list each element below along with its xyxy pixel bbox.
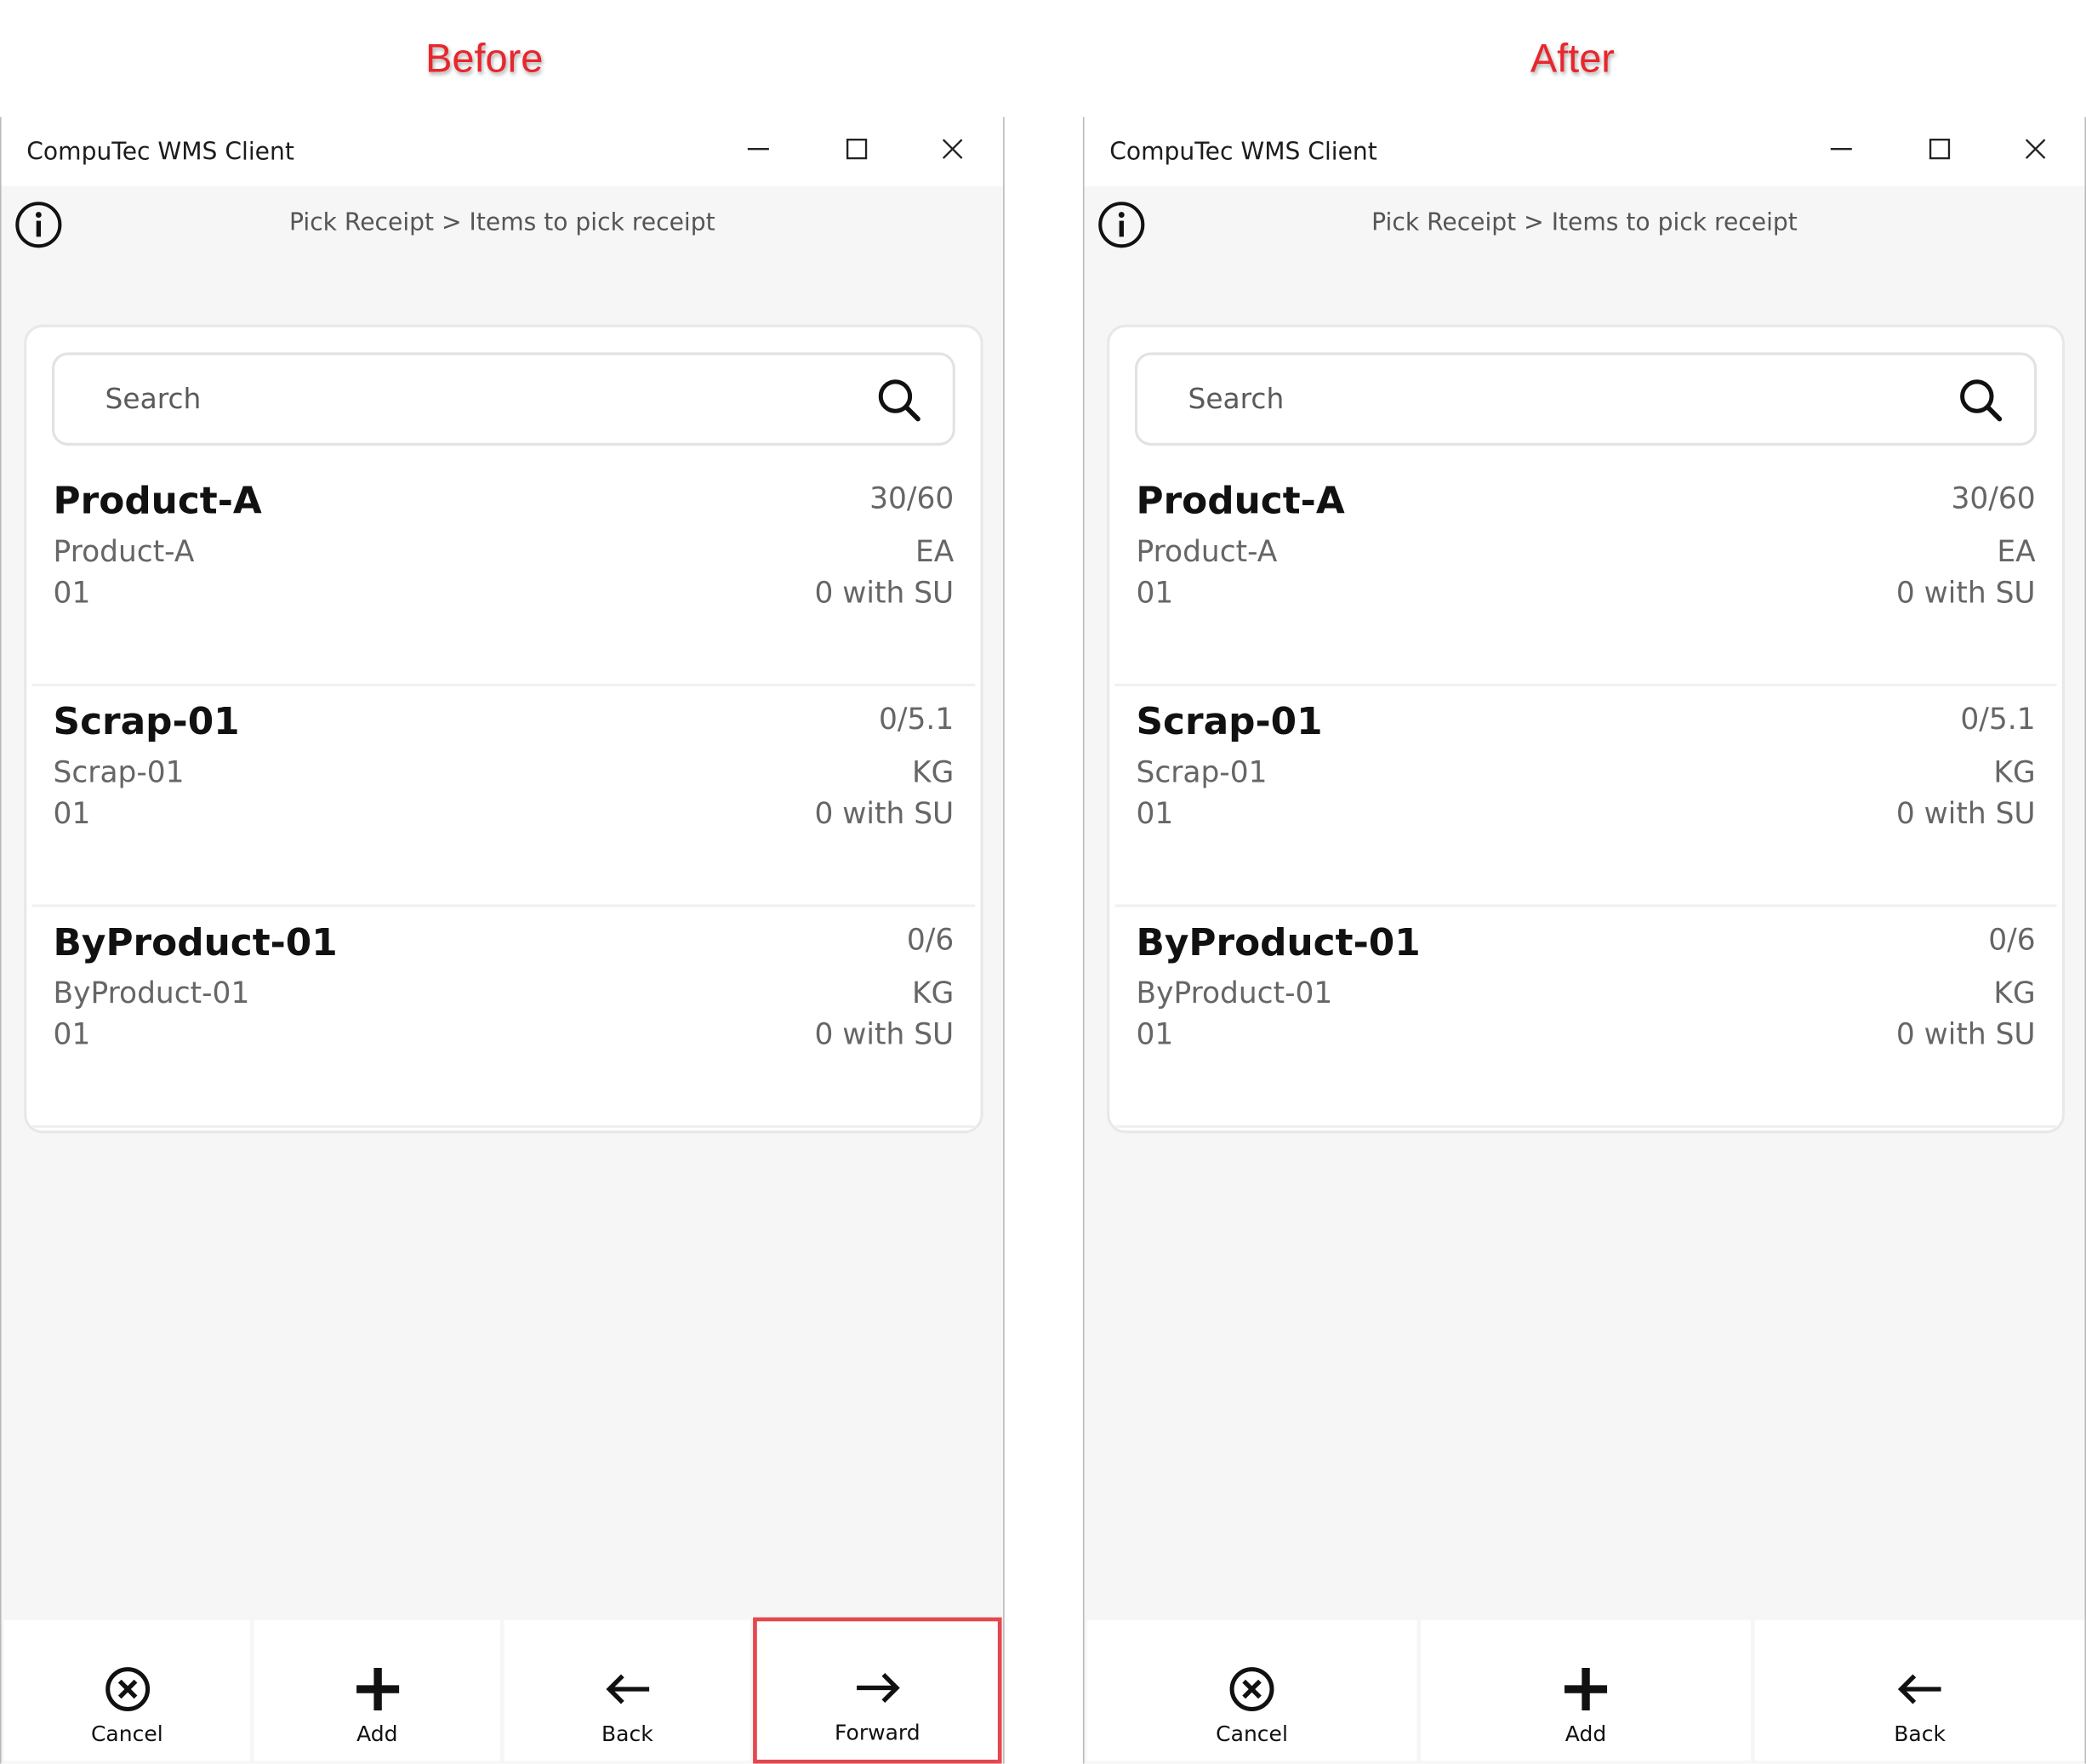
close-icon bbox=[2025, 139, 2046, 159]
back-label: Back bbox=[1894, 1721, 1946, 1747]
minimize-icon bbox=[1830, 147, 1852, 151]
item-su: 0 with SU bbox=[1895, 1018, 2036, 1052]
list-item[interactable]: Product-A Product-A 01 30/60 EA 0 with S… bbox=[31, 465, 976, 686]
item-su: 0 with SU bbox=[814, 798, 955, 832]
forward-arrow-icon bbox=[856, 1672, 899, 1703]
list-item[interactable]: ByProduct-01 ByProduct-01 01 0/6 KG 0 wi… bbox=[1114, 908, 2057, 1129]
item-quantity: 30/60 bbox=[869, 482, 955, 516]
item-uom: KG bbox=[912, 756, 955, 790]
maximize-button[interactable] bbox=[1913, 130, 1967, 173]
breadcrumb: Pick Receipt > Items to pick receipt bbox=[289, 208, 715, 237]
add-label: Add bbox=[356, 1721, 398, 1747]
forward-button[interactable]: Forward bbox=[753, 1617, 1002, 1764]
after-window: CompuTec WMS Client Pick Receipt > Items… bbox=[1082, 117, 2086, 1764]
cancel-icon bbox=[1229, 1667, 1274, 1711]
item-warehouse: 01 bbox=[53, 1018, 91, 1052]
breadcrumb: Pick Receipt > Items to pick receipt bbox=[1371, 208, 1798, 237]
info-bar: Pick Receipt > Items to pick receipt bbox=[1084, 186, 2084, 266]
title-bar: CompuTec WMS Client bbox=[1084, 117, 2085, 186]
search-icon[interactable] bbox=[1957, 377, 2004, 424]
cancel-button[interactable]: Cancel bbox=[1086, 1619, 1417, 1761]
close-button[interactable] bbox=[2009, 130, 2062, 173]
item-name: ByProduct-01 bbox=[1136, 920, 1421, 965]
search-box[interactable] bbox=[51, 352, 955, 446]
bottom-toolbar: Cancel Add Back bbox=[1084, 1618, 2085, 1764]
minimize-icon bbox=[747, 147, 769, 151]
item-uom: EA bbox=[1997, 536, 2036, 570]
back-label: Back bbox=[601, 1721, 653, 1747]
window-title: CompuTec WMS Client bbox=[26, 138, 294, 167]
item-warehouse: 01 bbox=[53, 577, 91, 611]
item-quantity: 30/60 bbox=[1951, 482, 2036, 516]
item-uom: EA bbox=[915, 536, 955, 570]
item-code: Product-A bbox=[1136, 536, 1278, 570]
item-quantity: 0/6 bbox=[1988, 924, 2036, 958]
list-item[interactable]: Scrap-01 Scrap-01 01 0/5.1 KG 0 with SU bbox=[31, 686, 976, 908]
item-uom: KG bbox=[1993, 756, 2036, 790]
item-name: Scrap-01 bbox=[1136, 699, 1323, 744]
window-title: CompuTec WMS Client bbox=[1109, 138, 1377, 167]
item-name: Product-A bbox=[1136, 478, 1345, 523]
item-code: Scrap-01 bbox=[53, 756, 185, 790]
cancel-label: Cancel bbox=[90, 1721, 163, 1747]
list-item[interactable]: Scrap-01 Scrap-01 01 0/5.1 KG 0 with SU bbox=[1114, 686, 2057, 908]
before-window: CompuTec WMS Client Pick Receipt > Items… bbox=[0, 117, 1005, 1764]
close-button[interactable] bbox=[926, 130, 979, 173]
item-su: 0 with SU bbox=[1895, 577, 2036, 611]
cancel-button[interactable]: Cancel bbox=[3, 1619, 250, 1761]
item-quantity: 0/6 bbox=[906, 924, 955, 958]
item-code: ByProduct-01 bbox=[53, 977, 250, 1011]
add-button[interactable]: Add bbox=[1421, 1619, 1751, 1761]
cancel-icon bbox=[105, 1667, 150, 1711]
item-su: 0 with SU bbox=[814, 1018, 955, 1052]
item-code: ByProduct-01 bbox=[1136, 977, 1333, 1011]
item-uom: KG bbox=[912, 977, 955, 1011]
add-label: Add bbox=[1564, 1721, 1607, 1747]
back-arrow-icon bbox=[1897, 1674, 1941, 1704]
before-caption: Before bbox=[425, 37, 544, 82]
list-item[interactable]: ByProduct-01 ByProduct-01 01 0/6 KG 0 wi… bbox=[31, 908, 976, 1129]
add-icon bbox=[1564, 1668, 1608, 1711]
item-quantity: 0/5.1 bbox=[1960, 703, 2036, 737]
minimize-button[interactable] bbox=[1815, 130, 1868, 173]
item-su: 0 with SU bbox=[814, 577, 955, 611]
back-arrow-icon bbox=[605, 1674, 649, 1704]
after-caption: After bbox=[1530, 37, 1615, 82]
item-code: Scrap-01 bbox=[1136, 756, 1268, 790]
search-input[interactable] bbox=[102, 381, 747, 417]
close-icon bbox=[942, 139, 963, 159]
add-icon bbox=[356, 1668, 399, 1711]
item-warehouse: 01 bbox=[1136, 1018, 1174, 1052]
item-name: Scrap-01 bbox=[53, 699, 240, 744]
list-item[interactable]: Product-A Product-A 01 30/60 EA 0 with S… bbox=[1114, 465, 2057, 686]
minimize-button[interactable] bbox=[732, 130, 785, 173]
title-bar: CompuTec WMS Client bbox=[1, 117, 1004, 186]
item-code: Product-A bbox=[53, 536, 195, 570]
search-input[interactable] bbox=[1185, 381, 1830, 417]
item-warehouse: 01 bbox=[53, 798, 91, 832]
item-quantity: 0/5.1 bbox=[879, 703, 955, 737]
add-button[interactable]: Add bbox=[254, 1619, 500, 1761]
info-bar: Pick Receipt > Items to pick receipt bbox=[2, 186, 1004, 266]
bottom-toolbar: Cancel Add Back bbox=[2, 1617, 1004, 1764]
item-uom: KG bbox=[1993, 977, 2036, 1011]
items-card: Product-A Product-A 01 30/60 EA 0 with S… bbox=[24, 324, 983, 1134]
item-warehouse: 01 bbox=[1136, 577, 1174, 611]
back-button[interactable]: Back bbox=[1754, 1619, 2085, 1761]
forward-label: Forward bbox=[835, 1719, 920, 1745]
search-box[interactable] bbox=[1134, 352, 2038, 446]
maximize-icon bbox=[1929, 139, 1951, 160]
maximize-icon bbox=[846, 139, 868, 160]
item-warehouse: 01 bbox=[1136, 798, 1174, 832]
item-name: Product-A bbox=[53, 478, 262, 523]
item-name: ByProduct-01 bbox=[53, 920, 338, 965]
search-icon[interactable] bbox=[875, 377, 923, 424]
maximize-button[interactable] bbox=[830, 130, 884, 173]
back-button[interactable]: Back bbox=[504, 1619, 750, 1761]
item-su: 0 with SU bbox=[1895, 798, 2036, 832]
items-card: Product-A Product-A 01 30/60 EA 0 with S… bbox=[1107, 324, 2066, 1134]
cancel-label: Cancel bbox=[1216, 1721, 1288, 1747]
